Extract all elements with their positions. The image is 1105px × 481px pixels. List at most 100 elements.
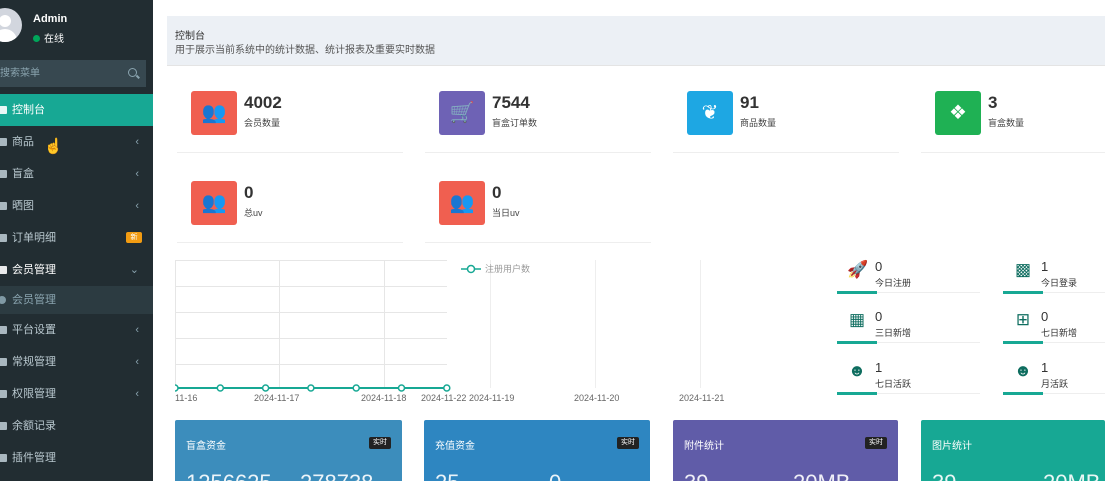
kpi-label: 今日注册 xyxy=(875,278,912,288)
sidebar-item-members[interactable]: 会员管理 ⌄ xyxy=(0,254,153,286)
users-icon: 👥 xyxy=(201,192,227,214)
kpi-seven-day-active: ☻ 1 七日活跃 xyxy=(837,359,980,395)
kpi-today-login: ▩ 1 今日登录 xyxy=(1003,258,1105,294)
chevron-left-icon: ‹ xyxy=(135,356,139,368)
kpi-accent-bar xyxy=(837,341,877,344)
menu-label: 订单明细 xyxy=(12,232,56,244)
kpi-value: 0 xyxy=(875,309,883,324)
stat-icon-bg: ❦ xyxy=(687,91,733,135)
stat-label: 总uv xyxy=(244,208,263,218)
search-icon[interactable] xyxy=(128,68,137,77)
kpi-accent-bar xyxy=(1003,392,1043,395)
group-icon xyxy=(0,390,7,398)
data-point xyxy=(175,384,179,392)
stat-label: 商品数量 xyxy=(740,118,777,128)
app-root: Admin 在线 控制台 商品 ‹ 盲盒 ‹ 晒图 ‹ 订单明细 新 会员管理 ⌄ 会员管… xyxy=(0,0,1105,481)
hand-pointer-icon: ☝ xyxy=(44,138,63,155)
dropbox-icon: ❖ xyxy=(949,102,967,124)
menu-label: 会员管理 xyxy=(12,264,56,276)
cog-icon xyxy=(0,358,7,366)
avatar[interactable] xyxy=(0,8,22,42)
menu-search-input[interactable] xyxy=(0,60,120,87)
stat-label: 盲盒数量 xyxy=(988,118,1025,128)
sidebar-search xyxy=(0,60,146,87)
user-circle-icon: ☻ xyxy=(1014,361,1032,380)
chevron-left-icon: ‹ xyxy=(135,388,139,400)
kpi-value: 1 xyxy=(1041,360,1049,375)
sidebar-item-plugins[interactable]: 插件管理 xyxy=(0,442,153,474)
sidebar-item-member-manage[interactable]: 会员管理 xyxy=(0,286,153,314)
kpi-seven-day-new: ⊞ 0 七日新增 xyxy=(1003,308,1105,344)
kpi-label: 月活跃 xyxy=(1041,379,1069,389)
kpi-value: 0 xyxy=(875,259,883,274)
data-point xyxy=(261,384,270,392)
stat-card-blindbox[interactable]: ❖ 3 盲盒数量 xyxy=(921,91,1105,153)
users-icon: 👥 xyxy=(449,192,475,214)
cart-icon: 🛒 xyxy=(449,102,475,124)
x-tick-label: 2024-11-19 xyxy=(469,393,514,402)
panel-title: 图片统计 xyxy=(932,441,972,452)
stat-card-total-uv[interactable]: 👥 0 总uv xyxy=(177,181,403,243)
main-content: 控制台 用于展示当前系统中的统计数据、统计报表及重要实时数据 👥 4002 会员… xyxy=(153,5,1105,481)
sidebar-item-balance[interactable]: 余额记录 xyxy=(0,410,153,442)
data-point xyxy=(352,384,360,392)
menu-label: 平台设置 xyxy=(12,324,56,336)
x-tick-label: 2024-11-20 xyxy=(574,393,619,402)
x-tick-label: 2024-11-18 xyxy=(361,393,406,402)
kpi-today-register: 🚀 0 今日注册 xyxy=(837,258,980,294)
panel-recharge-funds[interactable]: 充值资金 实时 25 0 xyxy=(424,420,650,481)
x-tick-label: 11-16 xyxy=(175,393,197,402)
stat-label: 当日uv xyxy=(492,208,520,218)
sidebar-item-dashboard[interactable]: 控制台 xyxy=(0,94,153,126)
realtime-tag: 实时 xyxy=(865,437,887,449)
dashboard-icon xyxy=(0,106,7,114)
rocket-icon xyxy=(0,454,7,462)
user-status-text: 在线 xyxy=(44,34,64,45)
panel-blindbox-funds[interactable]: 盲盒资金 实时 1256625 278738 xyxy=(175,420,402,481)
page-description: 用于展示当前系统中的统计数据、统计报表及重要实时数据 xyxy=(175,45,435,56)
stat-card-members[interactable]: 👥 4002 会员数量 xyxy=(177,91,403,153)
new-badge: 新 xyxy=(126,232,142,243)
menu-label: 会员管理 xyxy=(12,294,56,306)
stat-card-products[interactable]: ❦ 91 商品数量 xyxy=(673,91,899,153)
stat-value: 0 xyxy=(244,183,254,202)
data-point xyxy=(307,384,315,392)
registration-line-chart[interactable]: 注册用户数 11-16 2024-11-17 2024-11-18 2024-11-19… xyxy=(175,257,835,402)
sidebar-item-showcase[interactable]: 晒图 ‹ xyxy=(0,190,153,222)
user-panel: Admin 在线 xyxy=(0,0,153,56)
kpi-accent-bar xyxy=(837,291,877,294)
stat-icon-bg: ❖ xyxy=(935,91,981,135)
stat-card-orders[interactable]: 🛒 7544 盲盒订单数 xyxy=(425,91,651,153)
sidebar-item-blindbox[interactable]: 盲盒 ‹ xyxy=(0,158,153,190)
legend-label: 注册用户数 xyxy=(485,263,530,274)
data-point xyxy=(397,384,406,392)
panel-image-stats[interactable]: 图片统计 39 20MB xyxy=(921,420,1105,481)
chevron-left-icon: ‹ xyxy=(135,200,139,212)
panel-title: 盲盒资金 xyxy=(186,441,226,452)
stat-card-today-uv[interactable]: 👥 0 当日uv xyxy=(425,181,651,243)
realtime-tag: 实时 xyxy=(617,437,639,449)
panel-value-1: 25 xyxy=(435,470,459,481)
gear-icon xyxy=(0,326,7,334)
sidebar-item-platform-settings[interactable]: 平台设置 ‹ xyxy=(0,314,153,346)
stat-icon-bg: 🛒 xyxy=(439,91,485,135)
kpi-month-active: ☻ 1 月活跃 xyxy=(1003,359,1105,395)
panel-title: 附件统计 xyxy=(684,441,724,452)
panel-attachment-stats[interactable]: 附件统计 实时 39 20MB xyxy=(673,420,898,481)
user-circle-icon: ☻ xyxy=(848,361,866,380)
stat-label: 会员数量 xyxy=(244,118,281,128)
x-tick-label: 2024-11-21 xyxy=(679,393,724,402)
kpi-label: 七日活跃 xyxy=(875,379,912,389)
list-icon xyxy=(0,266,7,274)
chevron-left-icon: ‹ xyxy=(135,136,139,148)
sidebar-item-general[interactable]: 常规管理 ‹ xyxy=(0,346,153,378)
sidebar-item-orders[interactable]: 订单明细 新 xyxy=(0,222,153,254)
sidebar-item-products[interactable]: 商品 ‹ xyxy=(0,126,153,158)
kpi-label: 三日新增 xyxy=(875,328,912,338)
kpi-label: 七日新增 xyxy=(1041,328,1078,338)
stat-icon-bg: 👥 xyxy=(191,181,237,225)
sidebar-item-permissions[interactable]: 权限管理 ‹ xyxy=(0,378,153,410)
stat-value: 91 xyxy=(740,93,759,112)
stat-value: 3 xyxy=(988,93,998,112)
data-point xyxy=(216,384,225,392)
